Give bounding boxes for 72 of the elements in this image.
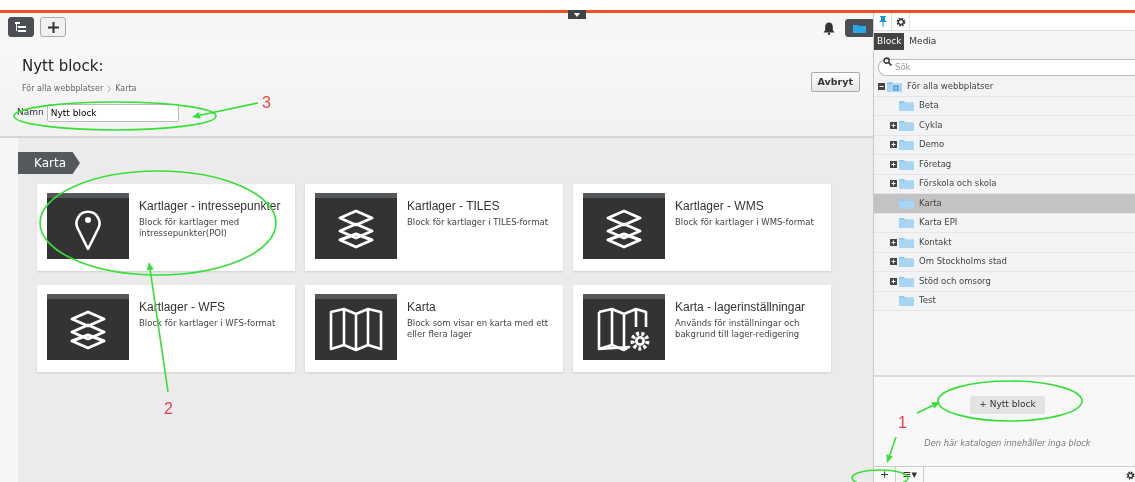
block-description: Block för kartlager med intressepunkter(POI)	[139, 217, 241, 239]
annotation-number: 1	[898, 414, 907, 431]
layers-icon	[315, 193, 397, 259]
layers-icon	[47, 294, 129, 360]
folder-icon	[899, 217, 914, 229]
settings-icon[interactable]	[1126, 471, 1135, 480]
add-button[interactable]	[40, 17, 66, 37]
globe-folder-icon	[887, 80, 902, 92]
block-type-card[interactable]: Kartlager - WMS Block för kartlager i WMS-format	[573, 184, 831, 271]
annotation-number: 2	[164, 400, 173, 417]
notification-bell-icon[interactable]	[823, 22, 835, 35]
annotation-arrow	[886, 436, 897, 463]
expand-icon[interactable]	[890, 277, 897, 285]
annotation-arrow	[192, 102, 259, 119]
category-tag: Karta	[18, 152, 80, 174]
folder-icon	[899, 236, 914, 248]
cancel-button[interactable]: Avbryt	[810, 72, 860, 93]
annotation-number: 3	[262, 94, 271, 111]
new-block-button[interactable]: + Nytt block	[970, 396, 1045, 414]
tree-icon	[15, 22, 27, 32]
folder-icon	[852, 23, 866, 33]
block-type-card[interactable]: Karta Block som visar en karta med ett eller flera lager	[305, 285, 563, 372]
block-description: Block för kartlager i TILES-format	[407, 217, 549, 228]
pin-icon	[878, 16, 887, 27]
expand-icon[interactable]	[890, 160, 897, 168]
page-title: Nytt block:	[22, 57, 105, 75]
folder-icon	[899, 139, 914, 151]
plus-icon	[47, 21, 59, 33]
folder-icon	[899, 256, 914, 268]
location-pin-icon	[47, 193, 129, 259]
block-description: Block för kartlager i WMS-format	[675, 217, 815, 228]
tree-item[interactable]: Karta	[874, 194, 1135, 214]
expand-icon[interactable]	[890, 238, 897, 246]
panel-tab[interactable]: Media	[906, 33, 940, 50]
search-icon	[883, 57, 892, 66]
expand-icon[interactable]	[890, 121, 897, 129]
toolbar-button[interactable]: +	[874, 467, 897, 482]
block-title: Kartlager - WMS	[675, 199, 765, 214]
block-type-card[interactable]: Karta - lagerinställningar Används för inställningar och bakgrund till lager-redigering	[573, 285, 831, 372]
dropdown-tab[interactable]	[568, 10, 586, 19]
folder-icon	[899, 197, 914, 209]
folder-icon	[899, 158, 914, 170]
block-description: Används för inställningar och bakgrund till lager-redigering	[675, 318, 801, 340]
expand-icon[interactable]	[890, 141, 897, 149]
block-title: Karta - lagerinställningar	[675, 300, 807, 315]
folder-icon	[899, 275, 914, 287]
block-title: Karta	[407, 300, 437, 315]
expand-icon[interactable]	[890, 258, 897, 266]
breadcrumb-separator-icon	[107, 85, 112, 93]
folder-panel-button[interactable]	[845, 19, 873, 37]
name-label: Namn	[17, 106, 44, 120]
block-description: Block som visar en karta med ett eller flera lager	[407, 318, 550, 340]
expand-icon[interactable]	[890, 180, 897, 188]
folded-map-icon	[315, 294, 397, 360]
breadcrumb-link[interactable]: Karta	[115, 83, 137, 95]
block-type-card[interactable]: Kartlager - TILES Block för kartlager i TILES-format	[305, 184, 563, 271]
block-title: Kartlager - TILES	[407, 199, 501, 214]
folder-icon	[899, 100, 914, 112]
breadcrumb-link[interactable]: För alla webbplatser	[22, 83, 104, 95]
collapse-icon[interactable]	[878, 82, 885, 90]
annotation-arrow	[916, 402, 940, 414]
name-field[interactable]: Nytt block	[46, 104, 179, 122]
map-gear-icon	[583, 294, 665, 360]
folder-icon	[899, 178, 914, 190]
tree-toggle-button[interactable]	[8, 17, 34, 37]
panel-tab[interactable]: Block	[874, 33, 905, 50]
folder-icon	[899, 119, 914, 131]
layers-icon	[583, 193, 665, 259]
gear-icon	[895, 16, 906, 27]
folder-icon	[899, 295, 914, 307]
empty-message: Den här katalogen innehåller inga block	[924, 437, 1091, 450]
search-field[interactable]: Sök	[878, 58, 1135, 76]
